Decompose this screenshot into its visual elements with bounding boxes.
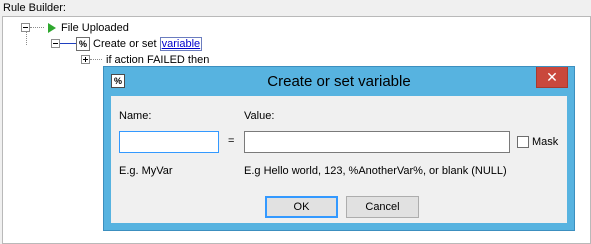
tree-node-label: File Uploaded bbox=[61, 21, 129, 34]
play-icon bbox=[48, 22, 56, 33]
expand-icon[interactable] bbox=[81, 55, 90, 64]
collapse-icon[interactable] bbox=[51, 39, 60, 48]
close-icon: ✕ bbox=[546, 69, 558, 85]
tree-connector bbox=[90, 58, 102, 61]
action-variable-link[interactable]: variable bbox=[159, 36, 203, 51]
variable-icon: % bbox=[76, 36, 90, 51]
mask-checkbox[interactable] bbox=[517, 136, 529, 148]
tree-node-root[interactable]: File Uploaded bbox=[21, 20, 129, 35]
name-hint: E.g. MyVar bbox=[119, 165, 173, 177]
name-label: Name: bbox=[119, 110, 152, 122]
value-label: Value: bbox=[244, 110, 275, 122]
tree-node-failed[interactable]: if action FAILED then bbox=[81, 52, 209, 67]
cancel-button[interactable]: Cancel bbox=[346, 196, 419, 218]
tree-connector bbox=[26, 31, 28, 45]
create-variable-dialog: % Create or set variable ✕ Name: Value: … bbox=[103, 66, 575, 231]
equals-sign: = bbox=[228, 135, 235, 147]
close-button[interactable]: ✕ bbox=[536, 67, 568, 88]
tree-connector bbox=[30, 26, 44, 29]
tree-connector bbox=[60, 42, 76, 45]
dialog-body: Name: Value: = Mask E.g. MyVar E.g Hello… bbox=[111, 96, 567, 223]
dialog-title: Create or set variable bbox=[267, 73, 411, 90]
dialog-titlebar[interactable]: % Create or set variable ✕ bbox=[104, 67, 574, 95]
rule-builder-label: Rule Builder: bbox=[3, 2, 66, 14]
value-field[interactable] bbox=[244, 131, 510, 153]
ok-button[interactable]: OK bbox=[265, 196, 338, 218]
tree-node-action[interactable]: % Create or set variable bbox=[51, 36, 203, 51]
value-hint: E.g Hello world, 123, %AnotherVar%, or b… bbox=[244, 165, 507, 177]
tree-node-label: if action FAILED then bbox=[106, 53, 210, 66]
name-field[interactable] bbox=[119, 131, 219, 153]
action-prefix-text: Create or set bbox=[93, 37, 157, 50]
mask-label[interactable]: Mask bbox=[532, 136, 558, 148]
